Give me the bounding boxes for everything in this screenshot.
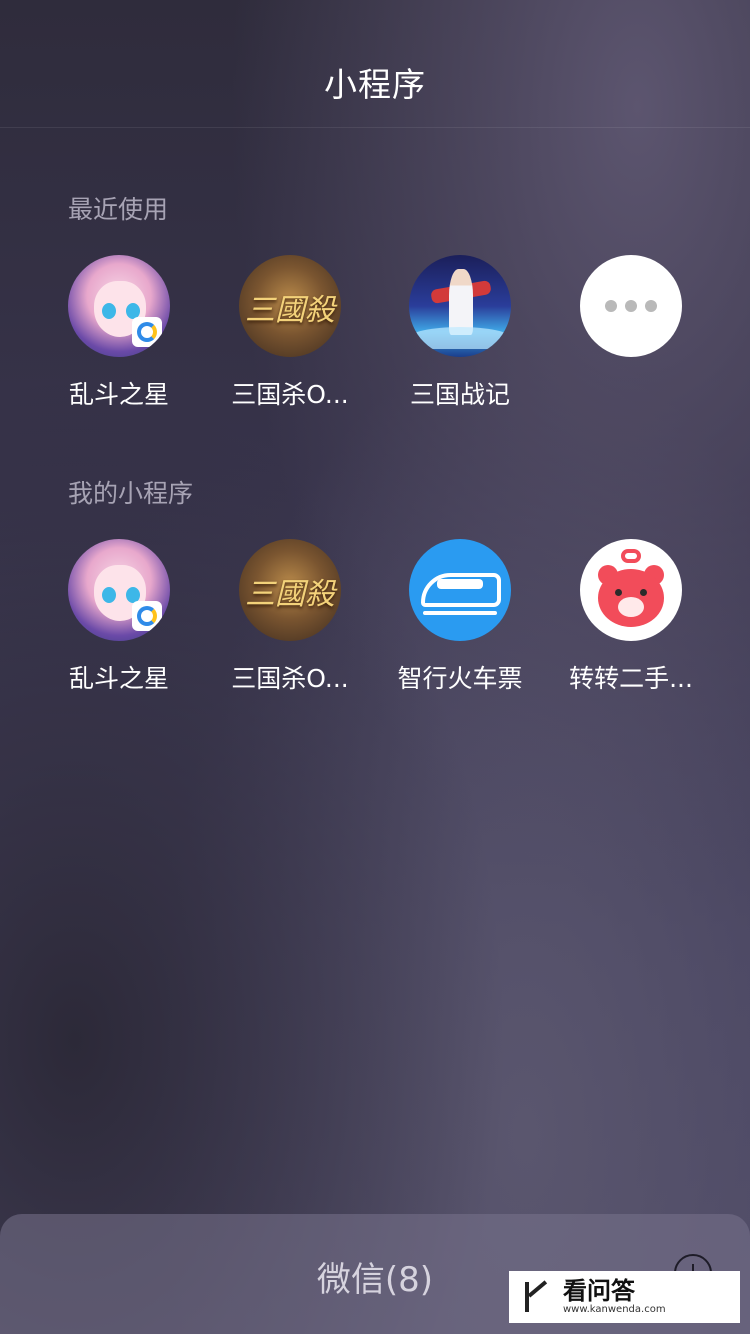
app-sanguo-zhanji[interactable]: 三国战记 xyxy=(375,255,545,411)
app-label: 转转二手... xyxy=(569,664,693,693)
section-mine-label: 我的小程序 xyxy=(68,479,194,508)
app-label: 三国战记 xyxy=(409,380,510,409)
train-icon xyxy=(409,539,511,641)
sanguosha-icon: 三國殺 xyxy=(239,539,341,641)
app-zhixing-train[interactable]: 智行火车票 xyxy=(375,539,545,695)
zhuanzhuan-bear-icon xyxy=(580,539,682,641)
sanguosha-icon: 三國殺 xyxy=(239,255,341,357)
sanguosha-brand-text: 三國殺 xyxy=(245,293,335,328)
sanguo-zhanji-icon xyxy=(409,255,511,357)
more-apps-button[interactable] xyxy=(546,255,716,357)
app-luandou-star[interactable]: 乱斗之星 xyxy=(34,255,204,411)
mine-row: 乱斗之星 三國殺 三国杀O... 智行火车票 转转二手... xyxy=(0,539,750,693)
app-label: 智行火车票 xyxy=(397,664,523,693)
app-sanguosha[interactable]: 三國殺 三国杀O... xyxy=(205,539,375,695)
luandou-star-icon xyxy=(68,539,170,641)
watermark-url: www.kanwenda.com xyxy=(563,1304,666,1315)
more-icon xyxy=(580,255,682,357)
app-label: 乱斗之星 xyxy=(68,664,169,693)
recent-row: 乱斗之星 三國殺 三国杀O... 三国战记 xyxy=(0,255,750,409)
app-sanguosha[interactable]: 三國殺 三国杀O... xyxy=(205,255,375,411)
app-luandou-star[interactable]: 乱斗之星 xyxy=(34,539,204,695)
watermark-brand: 看问答 xyxy=(563,1277,635,1305)
page-title: 小程序 xyxy=(324,65,426,104)
section-recent-label: 最近使用 xyxy=(68,195,169,224)
app-zhuanzhuan[interactable]: 转转二手... xyxy=(546,539,716,695)
watermark: 看问答 www.kanwenda.com xyxy=(509,1271,740,1323)
kanwenda-logo-icon xyxy=(519,1280,553,1314)
title-divider xyxy=(0,127,750,128)
app-label: 三国杀O... xyxy=(231,380,349,409)
app-label: 乱斗之星 xyxy=(68,380,169,409)
sanguosha-brand-text: 三國殺 xyxy=(245,577,335,612)
luandou-star-icon xyxy=(68,255,170,357)
app-label: 三国杀O... xyxy=(231,664,349,693)
